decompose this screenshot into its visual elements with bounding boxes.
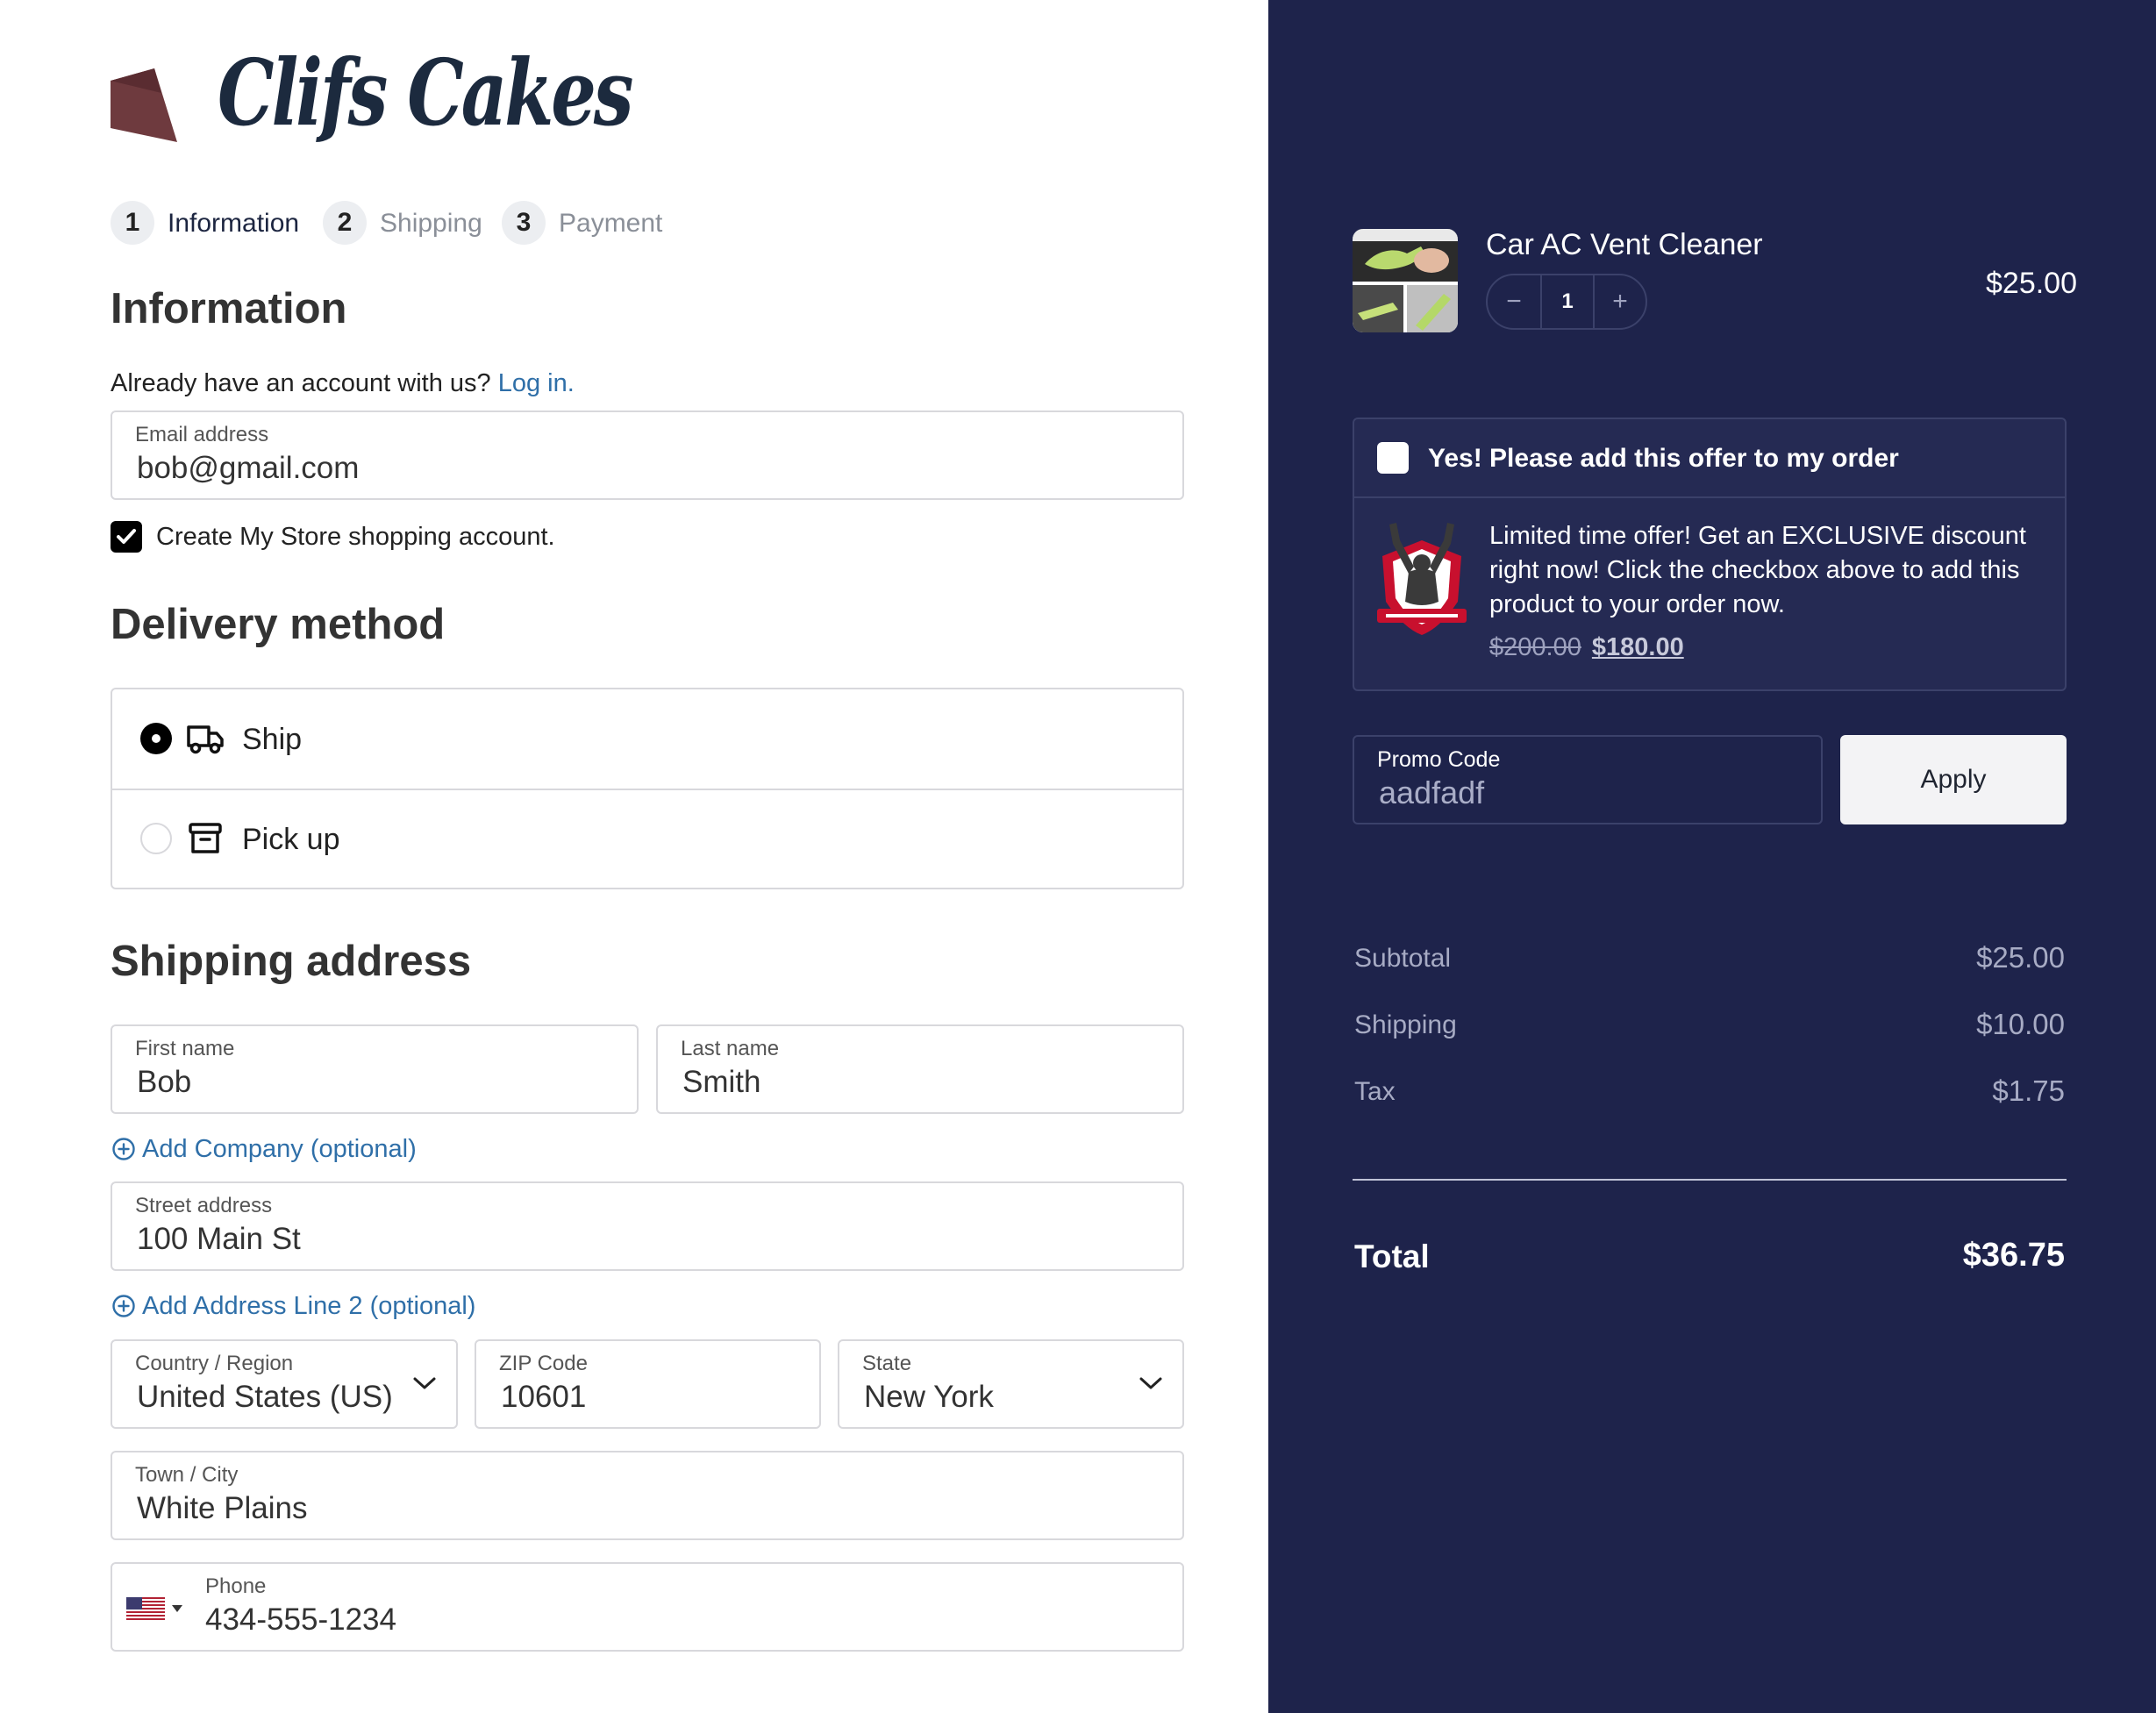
delivery-heading: Delivery method: [111, 601, 446, 648]
offer-new-price: $180.00: [1591, 633, 1684, 661]
pickup-radio[interactable]: [140, 823, 172, 854]
quantity-value[interactable]: 1: [1542, 275, 1593, 328]
offer-divider: [1354, 496, 2065, 498]
logo-mark-icon: [111, 68, 177, 142]
account-prompt: Already have an account with us? Log in.: [111, 371, 575, 396]
phone-field[interactable]: Phone 434-555-1234: [111, 1562, 1184, 1652]
state-label: State: [862, 1352, 912, 1375]
last-name-field[interactable]: Last name Smith: [656, 1024, 1184, 1114]
create-account-checkbox[interactable]: [111, 521, 142, 553]
information-heading: Information: [111, 285, 347, 332]
cart-item-name: Car AC Vent Cleaner: [1486, 228, 1763, 261]
total-label: Total: [1354, 1238, 1430, 1274]
phone-label: Phone: [205, 1574, 267, 1598]
add-company-link[interactable]: Add Company (optional): [142, 1137, 417, 1162]
city-value[interactable]: White Plains: [137, 1493, 308, 1524]
upsell-offer-box: Yes! Please add this offer to my order L…: [1353, 418, 2067, 691]
city-field[interactable]: Town / City White Plains: [111, 1451, 1184, 1540]
country-select[interactable]: Country / Region United States (US): [111, 1339, 458, 1429]
zip-code-field[interactable]: ZIP Code 10601: [475, 1339, 821, 1429]
zip-code-value[interactable]: 10601: [501, 1381, 586, 1412]
city-label: Town / City: [135, 1463, 239, 1487]
ship-option-label[interactable]: Ship: [242, 724, 302, 754]
street-address-value[interactable]: 100 Main St: [137, 1224, 301, 1254]
login-link[interactable]: Log in.: [498, 369, 575, 397]
delivery-divider: [112, 789, 1182, 790]
email-field[interactable]: Email address bob@gmail.com: [111, 410, 1184, 500]
archive-box-icon: [189, 823, 222, 853]
promo-code-value[interactable]: aadfadf: [1379, 777, 1484, 809]
tax-value: $1.75: [1992, 1074, 2065, 1107]
delivery-options: [111, 688, 1184, 889]
offer-old-price: $200.00: [1489, 633, 1581, 661]
promo-code-field[interactable]: Promo Code aadfadf: [1353, 735, 1823, 824]
offer-checkbox[interactable]: [1377, 442, 1409, 474]
product-thumbnail: [1353, 229, 1458, 332]
zip-code-label: ZIP Code: [499, 1352, 588, 1375]
chevron-down-icon: [413, 1377, 436, 1389]
decrement-button[interactable]: −: [1488, 275, 1540, 328]
offer-product-image: [1377, 523, 1467, 635]
add-address-line2-link[interactable]: Add Address Line 2 (optional): [142, 1294, 475, 1319]
subtotal-label: Subtotal: [1354, 944, 1452, 973]
summary-divider: [1353, 1179, 2067, 1181]
offer-checkbox-label[interactable]: Yes! Please add this offer to my order: [1428, 446, 1899, 472]
step-payment[interactable]: Payment: [559, 211, 662, 237]
account-prompt-text: Already have an account with us?: [111, 369, 491, 397]
offer-prices: $200.00 $180.00: [1489, 635, 1684, 660]
cart-item-price: $25.00: [1986, 267, 2077, 300]
brand-logo-text[interactable]: Clifs Cakes: [218, 47, 633, 139]
email-label: Email address: [135, 423, 269, 446]
step-1-number[interactable]: 1: [111, 201, 154, 245]
shipping-address-heading: Shipping address: [111, 938, 472, 985]
subtotal-value: $25.00: [1976, 941, 2065, 974]
offer-description: Limited time offer! Get an EXCLUSIVE dis…: [1489, 522, 2026, 618]
step-shipping[interactable]: Shipping: [380, 211, 482, 237]
first-name-field[interactable]: First name Bob: [111, 1024, 639, 1114]
last-name-label: Last name: [681, 1037, 780, 1060]
last-name-value[interactable]: Smith: [682, 1067, 760, 1097]
create-account-label: Create My Store shopping account.: [156, 523, 555, 551]
country-label: Country / Region: [135, 1352, 294, 1375]
checkmark-icon: [117, 529, 136, 544]
phone-value[interactable]: 434-555-1234: [205, 1604, 396, 1635]
promo-code-label: Promo Code: [1377, 747, 1501, 772]
step-3-number[interactable]: 3: [502, 201, 546, 245]
total-value: $36.75: [1962, 1237, 2065, 1274]
email-value[interactable]: bob@gmail.com: [137, 453, 359, 483]
first-name-value[interactable]: Bob: [137, 1067, 191, 1097]
state-select[interactable]: State New York: [838, 1339, 1184, 1429]
pickup-option-label[interactable]: Pick up: [242, 824, 340, 854]
first-name-label: First name: [135, 1037, 235, 1060]
add-company-plus-icon[interactable]: [111, 1137, 136, 1161]
step-information[interactable]: Information: [168, 211, 299, 237]
street-address-label: Street address: [135, 1194, 273, 1217]
street-address-field[interactable]: Street address 100 Main St: [111, 1181, 1184, 1271]
step-2-number[interactable]: 2: [323, 201, 367, 245]
shipping-cost-value: $10.00: [1976, 1008, 2065, 1040]
caret-down-icon[interactable]: [172, 1604, 182, 1613]
tax-label: Tax: [1354, 1077, 1396, 1106]
state-value[interactable]: New York: [864, 1381, 994, 1412]
product-image: [1353, 229, 1458, 332]
increment-button[interactable]: +: [1595, 275, 1646, 328]
us-flag-icon[interactable]: [126, 1597, 165, 1620]
chevron-down-icon: [1139, 1377, 1162, 1389]
country-value[interactable]: United States (US): [137, 1381, 393, 1412]
truck-icon: [187, 725, 224, 754]
ship-radio[interactable]: [140, 723, 172, 754]
add-line2-plus-icon[interactable]: [111, 1294, 136, 1318]
shipping-cost-label: Shipping: [1354, 1010, 1457, 1039]
apply-promo-button[interactable]: Apply: [1840, 735, 2067, 824]
quantity-stepper: − 1 +: [1486, 274, 1647, 330]
